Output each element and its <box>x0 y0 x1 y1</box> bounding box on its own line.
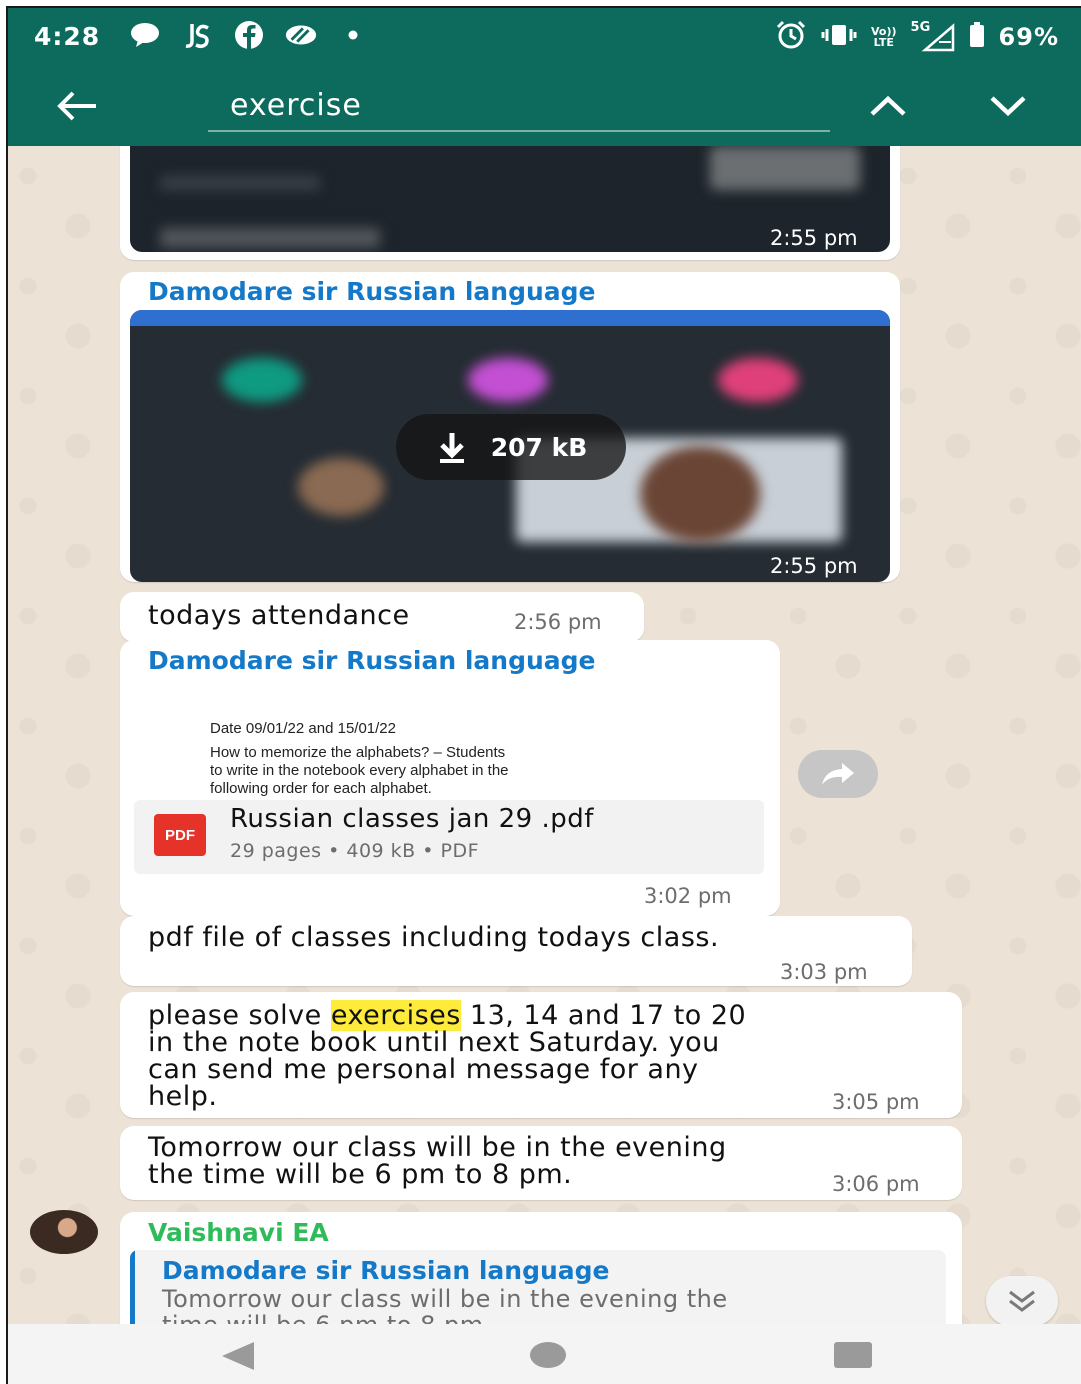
sender-name[interactable]: Damodare sir Russian language <box>148 277 596 306</box>
status-bar: 4:28 Vo)) LTE 5G 69% <box>8 8 1081 66</box>
status-time: 4:28 <box>34 22 101 51</box>
message-text: pdf file of classes including todays cla… <box>148 922 720 953</box>
message-time: 2:55 pm <box>770 226 858 250</box>
chat-bubble-icon <box>128 20 162 50</box>
download-size: 207 kB <box>490 432 588 462</box>
quoted-text: Tomorrow our class will be in the evenin… <box>162 1285 728 1313</box>
facebook-icon <box>232 20 266 50</box>
preview-line: to write in the notebook every alphabet … <box>210 762 509 779</box>
scroll-to-bottom-button[interactable] <box>986 1276 1058 1324</box>
message-text: the time will be 6 pm to 8 pm. <box>148 1159 573 1190</box>
quote-bar <box>130 1250 135 1324</box>
avatar[interactable] <box>30 1210 98 1254</box>
nav-back-icon[interactable] <box>218 1340 258 1372</box>
quoted-text: time will be 6 pm to 8 pm. <box>162 1312 492 1325</box>
text-message[interactable]: todays attendance 2:56 pm <box>120 592 644 642</box>
quoted-message[interactable]: Damodare sir Russian language Tomorrow o… <box>130 1250 946 1324</box>
media-thumbnail[interactable]: 207 kB <box>130 310 890 582</box>
preview-line: How to memorize the alphabets? – Student… <box>210 744 506 761</box>
back-button[interactable] <box>54 84 100 128</box>
search-input[interactable]: exercise <box>208 84 830 132</box>
dot-icon <box>336 20 370 50</box>
battery-percentage: 69% <box>998 23 1059 51</box>
message-time: 2:55 pm <box>770 554 858 578</box>
document-message[interactable]: Damodare sir Russian language Date 09/01… <box>120 640 780 916</box>
next-match-button[interactable] <box>986 86 1030 126</box>
forward-icon <box>822 763 854 785</box>
message-text: can send me personal message for any <box>148 1054 699 1085</box>
message-text: help. <box>148 1081 218 1112</box>
search-query[interactable]: exercise <box>230 88 362 123</box>
quoted-sender: Damodare sir Russian language <box>162 1256 610 1285</box>
phone-screen: 4:28 Vo)) LTE 5G 69% exercise 2:55 pm Da… <box>6 6 1081 1384</box>
previous-match-button[interactable] <box>866 86 910 126</box>
app-icon <box>284 20 318 50</box>
battery-icon <box>969 22 985 52</box>
text-message[interactable]: Tomorrow our class will be in the evenin… <box>120 1126 962 1200</box>
download-icon <box>439 433 464 463</box>
message-time: 2:56 pm <box>514 610 602 634</box>
arrow-left-icon <box>57 91 96 121</box>
message-text: in the note book until next Saturday. yo… <box>148 1027 720 1058</box>
system-nav-bar <box>8 1324 1081 1384</box>
message-time: 3:05 pm <box>832 1090 920 1114</box>
search-toolbar: exercise <box>8 66 1081 146</box>
pdf-attachment[interactable]: PDF Russian classes jan 29 .pdf 29 pages… <box>134 800 764 874</box>
js-icon <box>180 20 214 50</box>
media-message[interactable]: Damodare sir Russian language 207 kB 2:5… <box>120 272 900 582</box>
message-time: 3:03 pm <box>780 960 868 984</box>
notification-icons <box>128 20 370 50</box>
message-text: todays attendance <box>148 600 410 631</box>
nav-home-icon[interactable] <box>530 1342 566 1368</box>
preview-line: following order for each alphabet. <box>210 780 432 797</box>
preview-line: Date 09/01/22 and 15/01/22 <box>210 720 396 737</box>
system-icons: Vo)) LTE 5G 69% <box>775 20 1059 54</box>
volte-icon: Vo)) LTE <box>871 25 897 49</box>
text-message[interactable]: please solve exercises 13, 14 and 17 to … <box>120 992 962 1118</box>
message-time: 3:06 pm <box>832 1172 920 1196</box>
text-message[interactable]: pdf file of classes including todays cla… <box>120 916 912 986</box>
chevron-down-icon <box>990 96 1026 117</box>
message-text: please solve exercises 13, 14 and 17 to … <box>148 1000 746 1031</box>
forward-button[interactable] <box>798 750 878 798</box>
chevron-up-icon <box>870 95 906 116</box>
message-time: 3:02 pm <box>644 884 732 908</box>
file-meta: 29 pages • 409 kB • PDF <box>230 840 479 862</box>
vibrate-icon <box>821 23 857 51</box>
alarm-icon <box>775 20 807 54</box>
file-name: Russian classes jan 29 .pdf <box>230 804 594 834</box>
nav-recents-icon[interactable] <box>834 1342 872 1368</box>
signal-icon: 5G <box>911 21 955 52</box>
sender-name[interactable]: Vaishnavi EA <box>148 1218 329 1247</box>
image-message[interactable]: 2:55 pm <box>120 146 900 260</box>
pdf-icon: PDF <box>154 814 206 856</box>
chat-area[interactable]: 2:55 pm Damodare sir Russian language 20… <box>8 146 1081 1324</box>
download-button[interactable]: 207 kB <box>396 414 626 480</box>
double-chevron-down-icon <box>1009 1290 1035 1312</box>
sender-name[interactable]: Damodare sir Russian language <box>148 646 596 675</box>
message-text: Tomorrow our class will be in the evenin… <box>148 1132 727 1163</box>
